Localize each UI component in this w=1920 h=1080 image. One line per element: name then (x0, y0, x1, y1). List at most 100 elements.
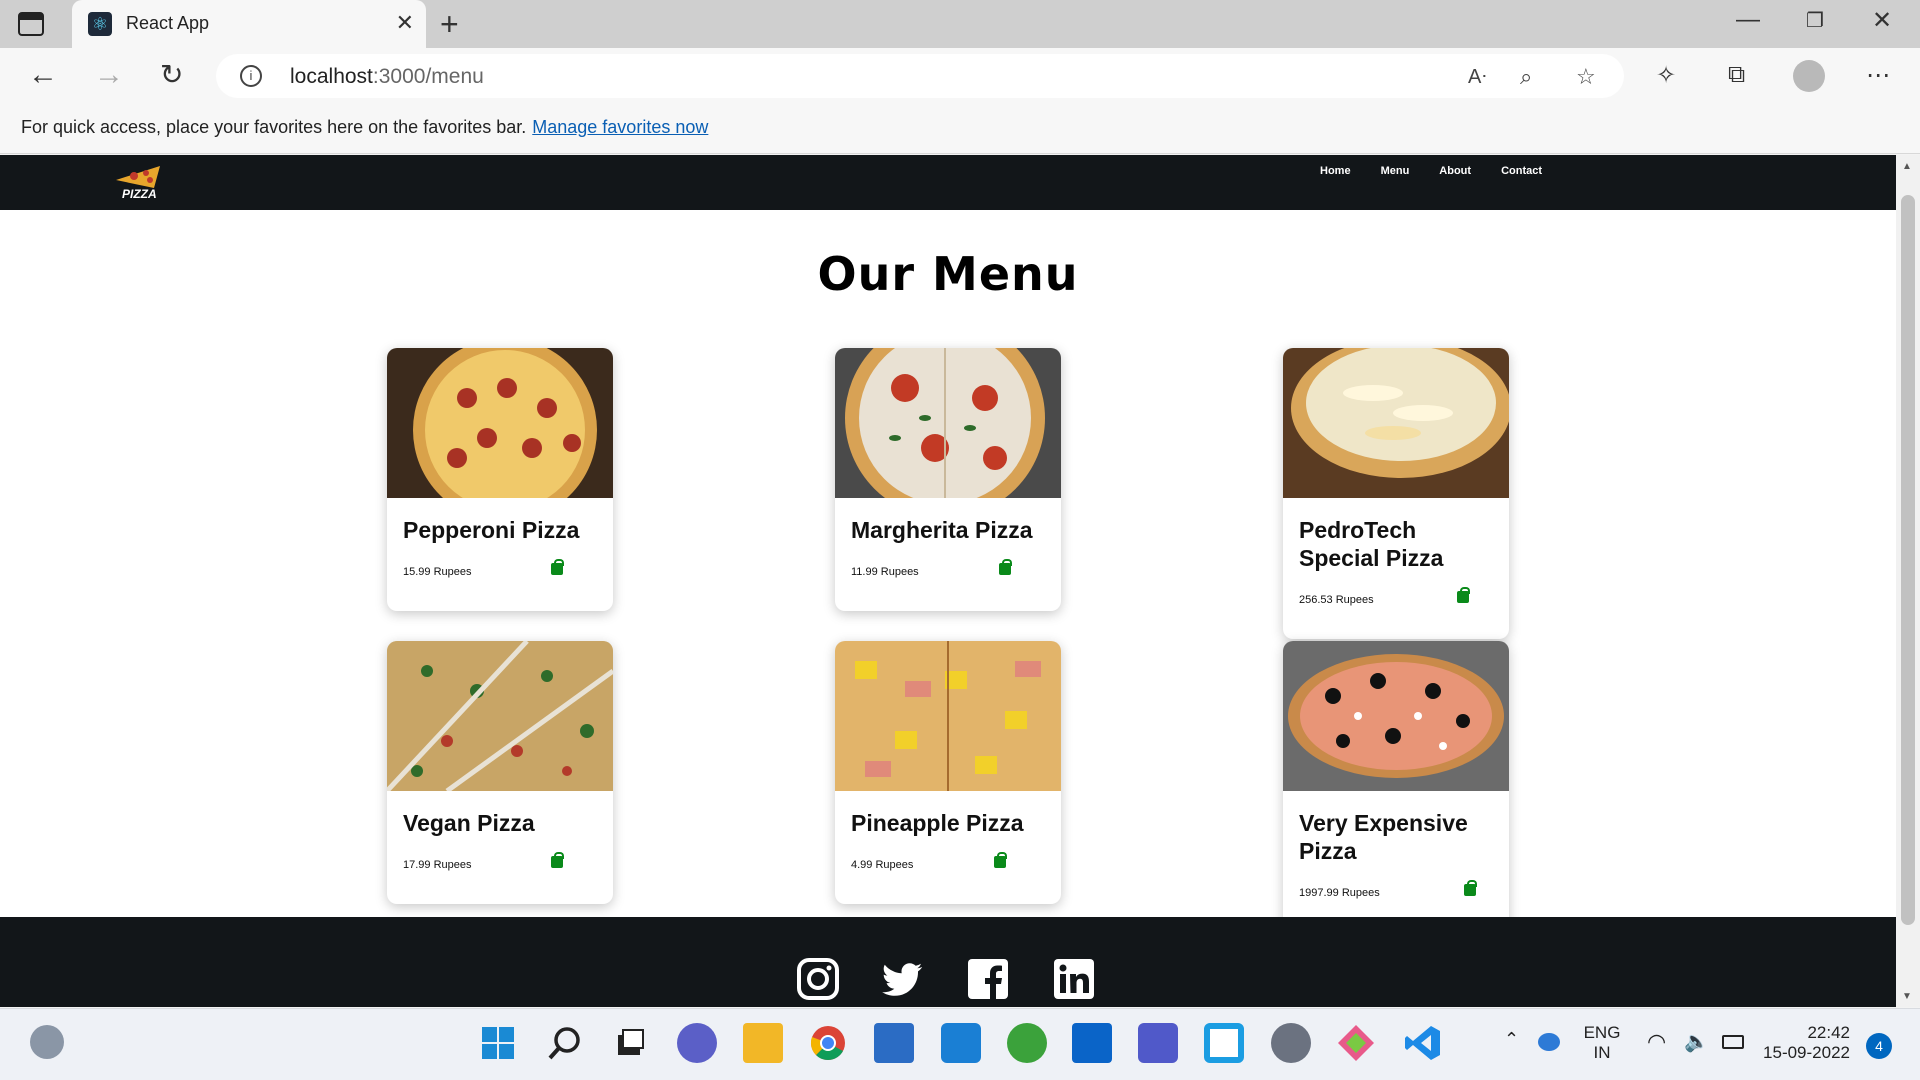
profile-avatar[interactable] (1793, 60, 1825, 92)
margherita-pizza-image (835, 348, 1061, 498)
clock[interactable]: 22:42 15-09-2022 (1760, 1023, 1850, 1063)
linkedin-icon[interactable] (1052, 957, 1096, 1001)
site-info-icon[interactable]: i (240, 65, 262, 87)
menu-item-card[interactable]: Pineapple Pizza 4.99 Rupees (835, 641, 1061, 904)
tab-close-icon[interactable]: ✕ (396, 10, 414, 36)
url-text[interactable]: localhost:3000/menu (290, 65, 484, 89)
file-explorer-icon[interactable] (743, 1023, 783, 1063)
tab-title: React App (126, 13, 210, 33)
page-scrollbar[interactable]: ▲ ▼ (1896, 155, 1920, 1007)
wifi-icon[interactable]: ◠ (1647, 1029, 1666, 1055)
item-price: 256.53 Rupees (1299, 594, 1374, 606)
more-menu-icon[interactable]: ⋯ (1866, 61, 1890, 90)
chrome-icon[interactable] (808, 1023, 848, 1063)
pepperoni-pizza-image (387, 348, 613, 498)
item-name: Margherita Pizza (851, 517, 1033, 543)
teams-icon[interactable] (1138, 1023, 1178, 1063)
microsoft-store-icon[interactable] (874, 1023, 914, 1063)
item-price: 17.99 Rupees (403, 859, 472, 871)
item-price: 4.99 Rupees (851, 859, 914, 871)
cart-bag-icon[interactable] (551, 559, 564, 575)
very-expensive-pizza-image (1283, 641, 1509, 791)
notification-badge[interactable]: 4 (1866, 1033, 1892, 1059)
back-icon[interactable]: ← (28, 58, 58, 92)
windows-taskbar: ⌃ ENG IN ◠ 🔈 22:42 15-09-2022 4 (0, 1008, 1920, 1080)
item-name: Vegan Pizza (403, 810, 535, 836)
site-footer (0, 917, 1896, 1007)
item-name: Pepperoni Pizza (403, 517, 580, 543)
scroll-up-icon[interactable]: ▲ (1902, 161, 1912, 172)
cart-bag-icon[interactable] (994, 852, 1007, 868)
weather-widget-icon[interactable] (30, 1025, 64, 1059)
menu-item-card[interactable]: Pepperoni Pizza 15.99 Rupees (387, 348, 613, 611)
browser-tab[interactable]: ⚛ React App ✕ (72, 0, 426, 48)
forward-icon[interactable]: → (94, 58, 124, 92)
facebook-icon[interactable] (966, 957, 1010, 1001)
item-price: 15.99 Rupees (403, 566, 472, 578)
cart-bag-icon[interactable] (999, 559, 1012, 575)
vegan-pizza-image (387, 641, 613, 791)
address-bar[interactable]: i localhost:3000/menu Aᐧ ⌕ ☆ (216, 54, 1624, 98)
browser-toolbar: ← → ↻ i localhost:3000/menu Aᐧ ⌕ ☆ ✧ ⧉ ⋯ (0, 48, 1920, 104)
zoom-icon[interactable]: ⌕ (1520, 64, 1532, 90)
volume-icon[interactable]: 🔈 (1684, 1029, 1709, 1054)
logo-text: PIZZA (122, 187, 157, 201)
tab-bar: ⚛ React App ✕ + — ❐ ✕ (0, 0, 1920, 48)
refresh-icon[interactable]: ↻ (160, 58, 183, 91)
item-name: PedroTech Special Pizza (1299, 517, 1444, 571)
search-icon[interactable] (545, 1023, 585, 1063)
restore-icon[interactable]: ❐ (1806, 8, 1824, 33)
item-price: 1997.99 Rupees (1299, 887, 1380, 899)
manage-favorites-link[interactable]: Manage favorites now (532, 117, 708, 137)
menu-item-card[interactable]: Margherita Pizza 11.99 Rupees (835, 348, 1061, 611)
show-hidden-icons-icon[interactable]: ⌃ (1504, 1029, 1519, 1050)
cart-bag-icon[interactable] (1457, 587, 1470, 603)
site-navbar: PIZZA Home Menu About Contact (0, 155, 1896, 210)
language-indicator[interactable]: ENG IN (1580, 1023, 1624, 1063)
item-name: Very Expensive Pizza (1299, 810, 1468, 864)
onedrive-icon[interactable] (1538, 1033, 1560, 1051)
favorites-bar: For quick access, place your favorites h… (0, 104, 1920, 154)
spring-tool-icon[interactable] (1007, 1023, 1047, 1063)
outlook-icon[interactable] (1072, 1023, 1112, 1063)
tab-actions-icon[interactable] (18, 12, 44, 36)
snipping-tool-icon[interactable] (1336, 1023, 1376, 1063)
battery-icon[interactable] (1722, 1035, 1744, 1049)
nav-contact[interactable]: Contact (1501, 165, 1542, 177)
item-name: Pineapple Pizza (851, 810, 1024, 836)
cart-bag-icon[interactable] (551, 852, 564, 868)
item-price: 11.99 Rupees (851, 566, 919, 578)
menu-item-card[interactable]: Very Expensive Pizza 1997.99 Rupees (1283, 641, 1509, 932)
settings-icon[interactable] (1271, 1023, 1311, 1063)
page-title: Our Menu (817, 247, 1079, 301)
vscode-icon[interactable] (1403, 1023, 1443, 1063)
scroll-thumb[interactable] (1901, 195, 1915, 925)
twitter-icon[interactable] (880, 957, 924, 1001)
instagram-icon[interactable] (796, 957, 840, 1001)
remote-desktop-icon[interactable] (941, 1023, 981, 1063)
nav-about[interactable]: About (1439, 165, 1471, 177)
start-icon[interactable] (478, 1023, 518, 1063)
pedrotech-special-pizza-image (1283, 348, 1509, 498)
collections-icon[interactable]: ⧉ (1728, 61, 1745, 89)
extensions-icon[interactable]: ✧ (1656, 61, 1676, 90)
nav-links: Home Menu About Contact (1320, 165, 1572, 177)
add-favorite-icon[interactable]: ☆ (1576, 64, 1596, 90)
nav-home[interactable]: Home (1320, 165, 1351, 177)
menu-item-card[interactable]: PedroTech Special Pizza 256.53 Rupees (1283, 348, 1509, 639)
read-aloud-icon[interactable]: Aᐧ (1468, 64, 1486, 89)
minimize-icon[interactable]: — (1736, 6, 1760, 34)
favorites-message: For quick access, place your favorites h… (21, 117, 709, 137)
pineapple-pizza-image (835, 641, 1061, 791)
menu-item-card[interactable]: Vegan Pizza 17.99 Rupees (387, 641, 613, 904)
chat-icon[interactable] (677, 1023, 717, 1063)
task-view-icon[interactable] (610, 1023, 650, 1063)
new-tab-icon[interactable]: + (440, 6, 459, 43)
nav-menu[interactable]: Menu (1381, 165, 1410, 177)
page-viewport: PIZZA Home Menu About Contact Our Menu P… (0, 155, 1896, 1007)
pizza-logo[interactable]: PIZZA (110, 158, 166, 206)
scroll-down-icon[interactable]: ▼ (1902, 991, 1912, 1002)
edge-icon[interactable] (1204, 1023, 1244, 1063)
cart-bag-icon[interactable] (1464, 880, 1477, 896)
close-window-icon[interactable]: ✕ (1872, 6, 1892, 35)
